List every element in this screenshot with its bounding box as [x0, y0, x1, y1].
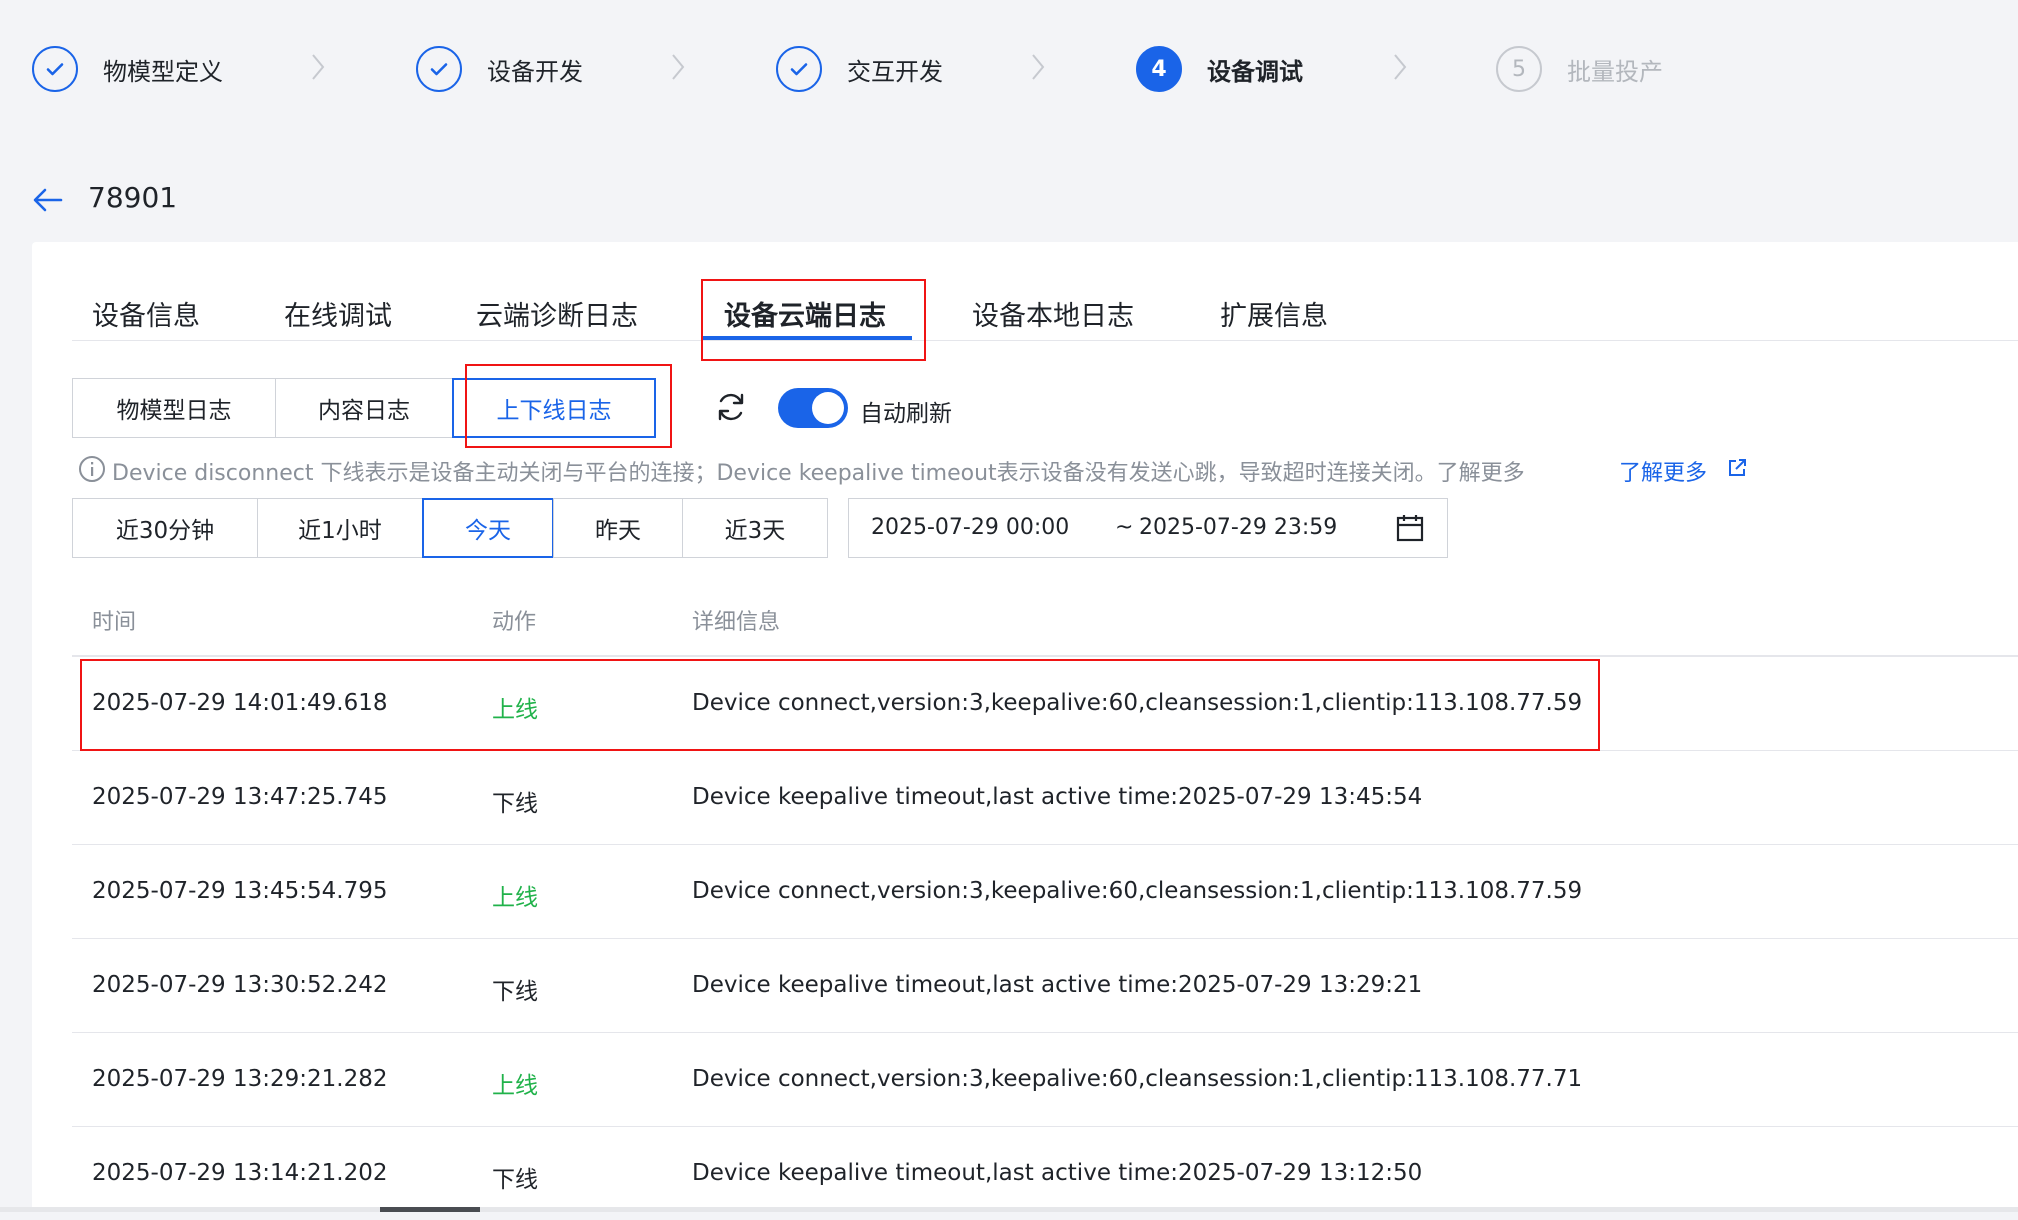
row-action: 上线: [492, 697, 538, 723]
tab-divider: [72, 340, 2018, 341]
scrollbar-thumb[interactable]: [380, 1207, 480, 1212]
log-type-content[interactable]: 内容日志: [275, 378, 453, 438]
step-model-definition[interactable]: 物模型定义: [32, 44, 223, 94]
check-icon: [32, 46, 78, 92]
tab-extended-info[interactable]: 扩展信息: [1220, 294, 1328, 333]
learn-more-link[interactable]: 了解更多: [1619, 455, 1707, 487]
auto-refresh-toggle[interactable]: [778, 388, 848, 428]
log-type-online-offline[interactable]: 上下线日志: [452, 378, 656, 438]
time-range-yesterday[interactable]: 昨天: [553, 498, 683, 558]
row-detail: Device keepalive timeout,last active tim…: [692, 784, 1423, 810]
tab-device-local-log[interactable]: 设备本地日志: [972, 294, 1134, 333]
date-separator: ~: [1115, 515, 1134, 540]
row-time: 2025-07-29 13:29:21.282: [92, 1066, 388, 1092]
external-link-icon[interactable]: [1727, 458, 1747, 478]
time-range-3days[interactable]: 近3天: [682, 498, 828, 558]
step-label: 设备调试: [1207, 57, 1303, 86]
table-row: 2025-07-29 13:14:21.202 下线 Device keepal…: [72, 1126, 2018, 1220]
back-arrow-icon[interactable]: [32, 186, 64, 214]
chevron-right-icon: [1394, 54, 1407, 80]
chevron-right-icon: [1032, 54, 1045, 80]
table-row: 2025-07-29 13:47:25.745 下线 Device keepal…: [72, 750, 2018, 845]
date-end-input[interactable]: 2025-07-29 23:59: [1139, 515, 1337, 540]
table-row: 2025-07-29 14:01:49.618 上线 Device connec…: [72, 656, 2018, 751]
time-range-30min[interactable]: 近30分钟: [72, 498, 258, 558]
row-time: 2025-07-29 13:14:21.202: [92, 1160, 388, 1186]
step-mass-production[interactable]: 5 批量投产: [1496, 44, 1663, 94]
row-time: 2025-07-29 13:30:52.242: [92, 972, 388, 998]
row-detail: Device keepalive timeout,last active tim…: [692, 972, 1423, 998]
column-header-time: 时间: [92, 610, 137, 635]
row-action: 上线: [492, 1073, 538, 1099]
toggle-knob: [812, 392, 844, 424]
step-label: 交互开发: [847, 57, 943, 86]
row-time: 2025-07-29 14:01:49.618: [92, 690, 388, 716]
log-type-model[interactable]: 物模型日志: [72, 378, 276, 438]
table-row: 2025-07-29 13:45:54.795 上线 Device connec…: [72, 844, 2018, 939]
row-detail: Device keepalive timeout,last active tim…: [692, 1160, 1423, 1186]
step-number: 5: [1496, 46, 1542, 92]
row-detail: Device connect,version:3,keepalive:60,cl…: [692, 1066, 1583, 1092]
row-action: 下线: [492, 1167, 538, 1193]
tab-device-cloud-log[interactable]: 设备云端日志: [724, 294, 886, 333]
row-action: 下线: [492, 979, 538, 1005]
date-range-picker[interactable]: 2025-07-29 00:00 ~ 2025-07-29 23:59: [848, 498, 1448, 558]
row-detail: Device connect,version:3,keepalive:60,cl…: [692, 878, 1583, 904]
step-label: 物模型定义: [103, 57, 223, 86]
step-device-development[interactable]: 设备开发: [416, 44, 583, 94]
step-label: 设备开发: [487, 57, 583, 86]
info-text: Device disconnect 下线表示是设备主动关闭与平台的连接；Devi…: [112, 461, 1525, 486]
row-action: 上线: [492, 885, 538, 911]
step-label: 批量投产: [1567, 57, 1663, 86]
chevron-right-icon: [312, 54, 325, 80]
step-number: 4: [1136, 46, 1182, 92]
table-row: 2025-07-29 13:29:21.282 上线 Device connec…: [72, 1032, 2018, 1127]
time-range-1hour[interactable]: 近1小时: [257, 498, 423, 558]
check-icon: [416, 46, 462, 92]
time-range-today[interactable]: 今天: [422, 498, 554, 558]
row-action: 下线: [492, 791, 538, 817]
step-device-debugging[interactable]: 4 设备调试: [1136, 44, 1303, 94]
chevron-right-icon: [672, 54, 685, 80]
horizontal-scrollbar[interactable]: [0, 1207, 2018, 1212]
row-time: 2025-07-29 13:47:25.745: [92, 784, 388, 810]
calendar-icon[interactable]: [1395, 513, 1425, 543]
device-id: 78901: [88, 181, 178, 214]
step-interaction-development[interactable]: 交互开发: [776, 44, 943, 94]
tab-device-info[interactable]: 设备信息: [92, 294, 200, 333]
info-icon: [79, 456, 105, 482]
tab-cloud-diagnostic-log[interactable]: 云端诊断日志: [476, 294, 638, 333]
active-tab-indicator: [702, 336, 912, 340]
auto-refresh-label: 自动刷新: [860, 401, 952, 427]
date-start-input[interactable]: 2025-07-29 00:00: [871, 515, 1069, 540]
column-header-action: 动作: [492, 610, 537, 635]
column-header-detail: 详细信息: [692, 610, 781, 635]
row-time: 2025-07-29 13:45:54.795: [92, 878, 388, 904]
tab-online-debug[interactable]: 在线调试: [284, 294, 392, 333]
refresh-icon[interactable]: [714, 390, 748, 424]
row-detail: Device connect,version:3,keepalive:60,cl…: [692, 690, 1583, 716]
check-icon: [776, 46, 822, 92]
table-row: 2025-07-29 13:30:52.242 下线 Device keepal…: [72, 938, 2018, 1033]
